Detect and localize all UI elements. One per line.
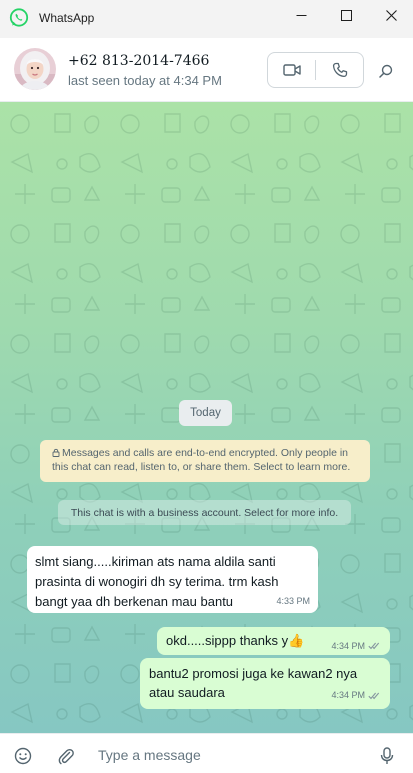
- double-check-icon: [368, 642, 380, 650]
- maximize-icon: [340, 9, 352, 21]
- close-button[interactable]: [369, 0, 413, 30]
- video-camera-icon: [282, 64, 301, 76]
- voice-message-button[interactable]: [377, 746, 397, 766]
- message-time: 4:34 PM: [331, 690, 365, 700]
- message-text: bantu2 promosi juga ke kawan2 nya atau s…: [149, 666, 358, 700]
- message-time: 4:33 PM: [276, 596, 310, 606]
- title-bar: WhatsApp: [0, 0, 413, 38]
- microphone-icon: [380, 747, 394, 764]
- close-icon: [385, 9, 397, 21]
- avatar-image: [14, 48, 56, 90]
- message-bubble-outgoing[interactable]: bantu2 promosi juga ke kawan2 nya atau s…: [140, 658, 390, 709]
- message-meta: 4:34 PM: [331, 641, 381, 651]
- paperclip-icon: [58, 748, 74, 765]
- message-meta: 4:34 PM: [331, 686, 381, 705]
- lock-icon: [52, 448, 60, 457]
- video-call-button[interactable]: [268, 53, 315, 87]
- message-bubble-outgoing[interactable]: okd.....sippp thanks y👍 4:34 PM: [157, 627, 390, 655]
- minimize-icon: [296, 14, 306, 16]
- chat-header: +62 813-2014-7466 last seen today at 4:3…: [0, 38, 413, 102]
- business-account-notice[interactable]: This chat is with a business account. Se…: [58, 500, 351, 525]
- call-button-group: [267, 52, 364, 88]
- message-text: okd.....sippp thanks y👍: [166, 633, 305, 648]
- maximize-button[interactable]: [324, 0, 368, 30]
- whatsapp-logo-icon: [9, 8, 29, 27]
- emoji-button[interactable]: [13, 746, 33, 766]
- emoji-icon: [14, 747, 32, 765]
- search-button[interactable]: [373, 58, 399, 84]
- contact-avatar[interactable]: [14, 48, 56, 90]
- contact-name[interactable]: +62 813-2014-7466: [68, 53, 209, 69]
- search-icon: [379, 64, 393, 78]
- message-time: 4:34 PM: [331, 641, 365, 651]
- date-separator: Today: [179, 400, 232, 426]
- app-title: WhatsApp: [39, 11, 95, 25]
- message-composer: [0, 733, 413, 773]
- phone-icon: [332, 62, 347, 78]
- encryption-notice-text: Messages and calls are end-to-end encryp…: [52, 447, 351, 473]
- encryption-notice[interactable]: Messages and calls are end-to-end encryp…: [40, 440, 370, 482]
- voice-call-button[interactable]: [316, 53, 363, 87]
- double-check-icon: [368, 692, 380, 699]
- minimize-button[interactable]: [279, 0, 323, 30]
- message-bubble-incoming[interactable]: slmt siang.....kiriman ats nama aldila s…: [27, 546, 318, 613]
- attach-button[interactable]: [56, 746, 76, 766]
- message-input[interactable]: [98, 744, 358, 766]
- contact-last-seen: last seen today at 4:34 PM: [68, 73, 222, 88]
- message-text: slmt siang.....kiriman ats nama aldila s…: [35, 554, 279, 609]
- chat-area[interactable]: Today Messages and calls are end-to-end …: [0, 102, 413, 733]
